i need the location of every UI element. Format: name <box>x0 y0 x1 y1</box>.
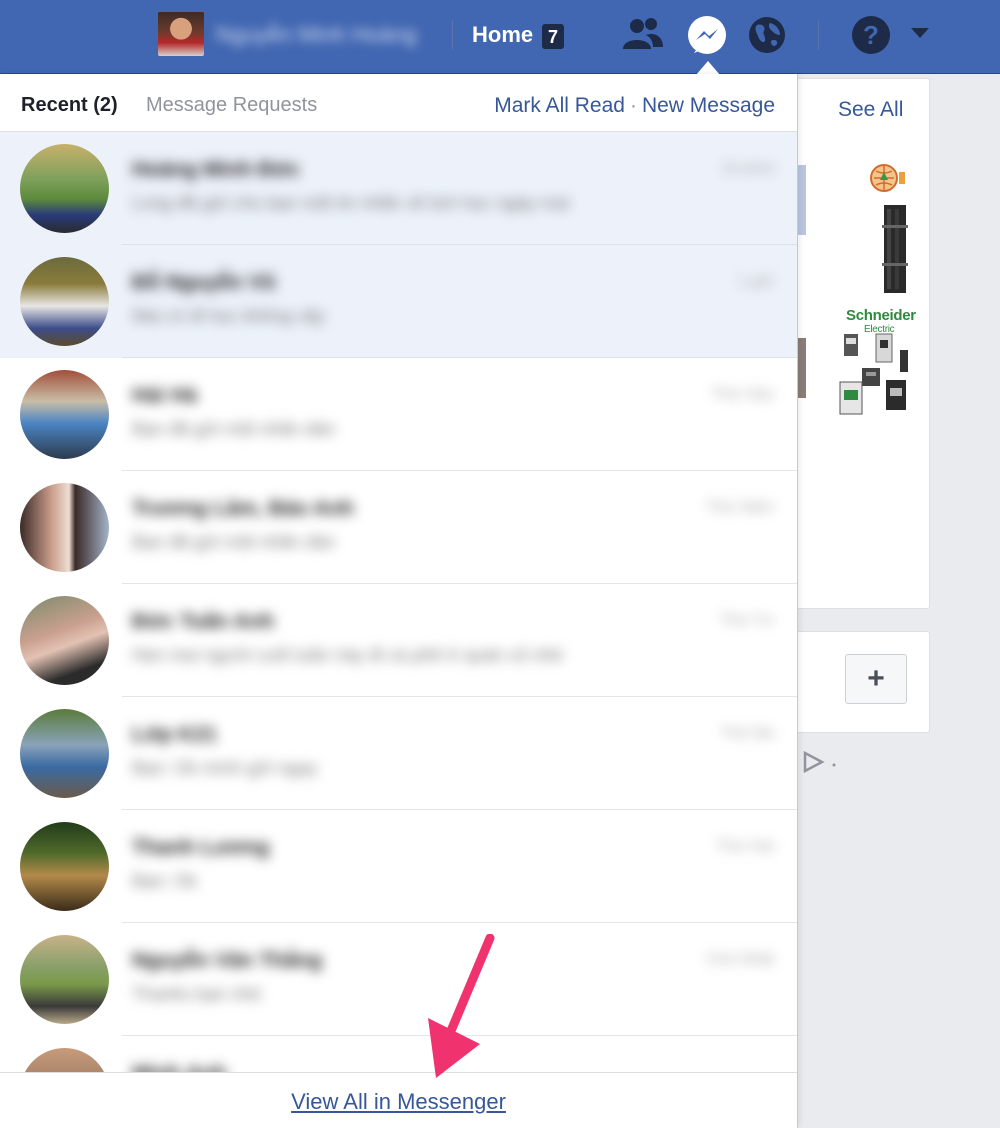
separator: · <box>629 94 637 117</box>
conversation-time: Chủ Nhật <box>706 951 774 968</box>
conversation-name: Đức Tuấn Anh <box>132 610 275 633</box>
dropdown-pointer <box>696 61 720 75</box>
conversation-time: Thứ Năm <box>706 499 774 516</box>
conversation-time: Thứ Hai <box>716 838 774 855</box>
conversation-item[interactable]: Lớp K21 Bạn: Ok mình gửi ngay Thứ Ba <box>0 697 797 810</box>
messenger-icon[interactable] <box>686 15 728 62</box>
avatar <box>20 370 109 459</box>
header-actions: Mark All Read · New Message <box>494 94 775 118</box>
ad-product-image <box>882 205 908 298</box>
conversation-time: Thứ Sáu <box>711 386 774 403</box>
conversation-item[interactable]: Nguyễn Văn Thắng Thanks bạn nhé Chủ Nhật <box>0 923 797 1036</box>
help-icon[interactable]: ? <box>850 14 892 61</box>
annotation-arrow-icon <box>420 933 500 1087</box>
conversation-time: 1 giờ <box>737 273 774 290</box>
conversation-name: Trương Lâm, Bảo Anh <box>132 497 354 520</box>
conversation-preview: Trương Lâm, Bảo Anh Bạn đã gửi một nhãn … <box>130 485 780 570</box>
conversation-time: Thứ Tư <box>719 612 774 629</box>
avatar <box>20 1048 109 1072</box>
conversation-preview: Thanh Lương Bạn: Ok Thứ Hai <box>130 824 780 909</box>
conversation-preview: Hoàng Minh Đức Long đã gửi cho bạn một t… <box>130 146 780 231</box>
avatar <box>20 822 109 911</box>
conversation-preview: Đỗ Nguyễn Vũ Mai có đi học không vậy 1 g… <box>130 259 780 344</box>
conversation-snippet: Bạn: Ok mình gửi ngay <box>132 758 318 778</box>
messages-header: Recent (2) Message Requests Mark All Rea… <box>0 74 797 132</box>
nav-divider <box>818 20 819 50</box>
avatar <box>20 709 109 798</box>
conversation-name: Nguyễn Văn Thắng <box>132 949 323 972</box>
conversation-name: Thanh Lương <box>132 836 270 859</box>
conversation-name: Hải Hà <box>132 384 198 407</box>
new-message-link[interactable]: New Message <box>642 94 775 117</box>
conversation-item[interactable]: Hoàng Minh Đức Long đã gửi cho bạn một t… <box>0 132 797 245</box>
conversation-name: Hoàng Minh Đức <box>132 158 301 181</box>
globe-icon[interactable] <box>746 14 788 61</box>
svg-text:?: ? <box>863 20 879 50</box>
home-notification-badge: 7 <box>542 24 564 49</box>
conversation-preview: Hải Hà Bạn đã gửi một nhãn dán Thứ Sáu <box>130 372 780 457</box>
conversation-snippet: Bạn đã gửi một nhãn dán <box>132 532 336 552</box>
see-all-link[interactable]: See All <box>838 98 903 122</box>
conversation-item[interactable]: Thanh Lương Bạn: Ok Thứ Hai <box>0 810 797 923</box>
ad-globe-logo-icon <box>866 162 908 199</box>
messages-footer: View All in Messenger <box>0 1072 797 1128</box>
tab-recent[interactable]: Recent (2) <box>21 94 118 117</box>
conversation-snippet: Long đã gửi cho bạn một tin nhắn về lịch… <box>132 193 570 213</box>
conversation-item[interactable]: Trương Lâm, Bảo Anh Bạn đã gửi một nhãn … <box>0 471 797 584</box>
conversation-item[interactable]: Minh Anh <box>0 1036 797 1072</box>
conversation-time: Thứ Ba <box>720 725 774 742</box>
profile-name-link[interactable]: Nguyễn Minh Hoàng <box>216 22 438 48</box>
avatar <box>20 483 109 572</box>
conversation-time: 10 phút <box>720 160 774 177</box>
avatar <box>20 144 109 233</box>
conversation-snippet: Hẹn mọi người cuối tuần này đi cà phê ở … <box>132 645 563 665</box>
conversation-name: Lớp K21 <box>132 723 217 746</box>
ad-products-image <box>838 332 908 423</box>
avatar <box>20 596 109 685</box>
mark-all-read-link[interactable]: Mark All Read <box>494 94 625 117</box>
nav-divider <box>452 20 453 50</box>
avatar <box>20 935 109 1024</box>
conversation-preview: Lớp K21 Bạn: Ok mình gửi ngay Thứ Ba <box>130 711 780 796</box>
view-all-in-messenger-link[interactable]: View All in Messenger <box>0 1089 797 1115</box>
conversation-name: Đỗ Nguyễn Vũ <box>132 271 276 294</box>
conversation-item[interactable]: Đức Tuấn Anh Hẹn mọi người cuối tuần này… <box>0 584 797 697</box>
add-button[interactable]: + <box>845 654 907 704</box>
conversation-snippet: Thanks bạn nhé <box>132 984 262 1004</box>
conversation-snippet: Mai có đi học không vậy <box>132 306 326 326</box>
avatar <box>20 257 109 346</box>
conversation-item[interactable]: Hải Hà Bạn đã gửi một nhãn dán Thứ Sáu <box>0 358 797 471</box>
conversation-name: Minh Anh <box>132 1062 227 1072</box>
adchoices-icon[interactable] <box>802 750 838 778</box>
conversation-preview: Đức Tuấn Anh Hẹn mọi người cuối tuần này… <box>130 598 780 683</box>
tab-message-requests[interactable]: Message Requests <box>146 94 317 117</box>
conversation-snippet: Bạn đã gửi một nhãn dán <box>132 419 336 439</box>
home-link[interactable]: Home <box>472 22 533 48</box>
conversation-item[interactable]: Đỗ Nguyễn Vũ Mai có đi học không vậy 1 g… <box>0 245 797 358</box>
caret-down-icon[interactable] <box>910 26 930 45</box>
messages-dropdown: Recent (2) Message Requests Mark All Rea… <box>0 74 798 1128</box>
top-navigation-bar: Nguyễn Minh Hoàng Home 7 ? <box>0 0 1000 74</box>
profile-avatar[interactable] <box>158 12 204 56</box>
conversation-snippet: Bạn: Ok <box>132 871 198 891</box>
friends-icon[interactable] <box>620 15 666 60</box>
